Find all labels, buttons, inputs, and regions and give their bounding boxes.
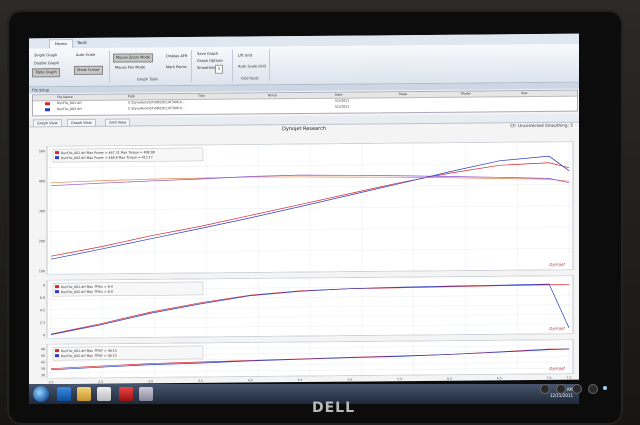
y-tick-label: 2.3 (40, 321, 45, 325)
dynojet-watermark: Dynojet (549, 366, 565, 371)
run-color-swatch (45, 102, 50, 106)
dynojet-watermark: Dynojet (549, 326, 565, 331)
mouse-pan-mode-button[interactable]: Mouse Pan Mode (113, 64, 147, 71)
single-graph-button[interactable]: Single Graph (32, 52, 59, 59)
monitor-button[interactable] (556, 384, 566, 394)
y-tick-label: 500 (39, 149, 45, 153)
legend-entry: RunFile_002.drf Max Power = 469.8 Max To… (61, 155, 153, 160)
column-header-notes[interactable]: Notes (268, 93, 277, 98)
y-tick-label: 36 (41, 373, 45, 377)
file-table: File Name Path Title Notes Date Make Mod… (32, 89, 578, 117)
file-date-cell: 5/1/2011 (335, 104, 350, 109)
tab-graph-view-2[interactable]: Graph View (67, 118, 96, 128)
monitor-button[interactable] (588, 384, 598, 394)
y-tick-label: 4.5 (40, 308, 45, 312)
double-graph-button[interactable]: Double Graph (32, 60, 61, 67)
legend-swatch (55, 290, 59, 294)
tab-tools[interactable]: Tools (72, 39, 92, 47)
monitor-button[interactable] (540, 384, 550, 394)
show-cursor-button[interactable]: Show Cursor (74, 65, 103, 76)
taskbar-app-icon[interactable] (139, 387, 153, 401)
legend-entry: RunFile_001.drf Max TPS/F = 46.15 (61, 349, 117, 353)
x-tick-label: 6.5 (497, 376, 502, 380)
ribbon: Single Graph Double Graph Triple Graph A… (29, 43, 579, 88)
column-header-date[interactable]: Date (335, 93, 343, 98)
x-tick-label: 5.0 (347, 378, 352, 382)
auto-scale-grid-button[interactable]: Auto Scale Grid (236, 63, 268, 70)
y-tick-label: 45 (41, 354, 45, 358)
monitor-button[interactable] (572, 384, 582, 394)
ribbon-separator (232, 49, 233, 82)
graph-tools-group-label: Graph Tools (137, 77, 159, 82)
tab-grid-view[interactable]: Grid View (105, 118, 131, 127)
application-window: Home Tools Single Graph Double Graph Tri… (29, 33, 579, 385)
dell-logo: DELL (312, 400, 356, 416)
legend-swatch (55, 285, 59, 289)
legend-entry: RunFile_002.drf Max TPS/F = 46.15 (61, 354, 117, 358)
file-path-cell: C:\DynoRuns\07\08\2011\07\08\1\... (128, 100, 186, 105)
column-header-path[interactable]: Path (128, 94, 135, 99)
y-tick-label: 9 (43, 283, 45, 287)
dynojet-app-icon[interactable] (119, 387, 133, 401)
column-header-file-name[interactable]: File Name (57, 95, 73, 100)
media-player-icon[interactable] (97, 387, 111, 401)
x-tick-label: 7.0 (547, 376, 552, 380)
power-led (603, 386, 607, 390)
ie-icon[interactable] (57, 387, 71, 401)
y-tick-label: 300 (39, 209, 45, 213)
file-name-cell: RunFile_002.drf (57, 106, 82, 112)
y-tick-label: 100 (39, 269, 45, 273)
legend-swatch (55, 354, 59, 358)
y-tick-label: 42 (41, 360, 45, 364)
file-name-cell: RunFile_001.drf (57, 100, 82, 106)
y-tick-label: 6.8 (40, 296, 45, 300)
y-tick-label: 48 (41, 347, 45, 351)
legend-swatch (55, 349, 59, 353)
folder-icon[interactable] (77, 387, 91, 401)
windows-taskbar: 7:38 AM 12/15/2011 (29, 384, 579, 404)
dyno-charts[interactable]: 100 200 300 400 500 RunFile_001.drf Max Power… (29, 130, 579, 385)
tab-home[interactable]: Home (49, 39, 73, 49)
lift-grid-button[interactable]: Lift Grid (236, 52, 254, 59)
mark-points-button[interactable]: Mark Points (164, 64, 189, 71)
ribbon-separator (109, 50, 110, 83)
x-tick-label: 7.2 (567, 376, 572, 380)
y-tick-label: 400 (39, 179, 45, 183)
triple-graph-button[interactable]: Triple Graph (32, 68, 60, 78)
x-tick-label: 3.5 (198, 379, 203, 383)
ribbon-separator (191, 49, 192, 82)
legend-entry: RunFile_001.drf Max TPS/x = 8.4 (61, 285, 113, 289)
x-tick-label: 4.0 (248, 378, 253, 382)
mouse-zoom-mode-button[interactable]: Mouse Zoom Mode (113, 53, 154, 63)
x-tick-label: 6.0 (447, 377, 452, 381)
grid-tools-group-label: Grid Tools (241, 76, 259, 81)
column-header-title[interactable]: Title (198, 94, 205, 99)
legend-swatch (55, 156, 59, 160)
y-tick-label: 200 (39, 239, 45, 243)
x-tick-label: 3.0 (148, 379, 153, 383)
tab-graph-view[interactable]: Graph View (33, 119, 62, 128)
legend-entry: RunFile_001.drf Max Power = 447.31 Max T… (61, 150, 155, 155)
run-color-swatch (45, 108, 50, 112)
legend-swatch (55, 151, 59, 155)
column-header-year[interactable]: Year (521, 91, 528, 96)
y-tick-label: 39 (41, 367, 45, 371)
column-header-model[interactable]: Model (461, 92, 471, 97)
legend-entry: RunFile_002.drf Max TPS/x = 8.4 (61, 290, 113, 294)
y-tick-label: 0 (43, 333, 45, 337)
column-header-make[interactable]: Make (399, 92, 407, 97)
dynojet-watermark: Dynojet (549, 262, 565, 267)
file-path-cell: C:\DynoRuns\07\08\2011\07\08\1\... (128, 106, 186, 111)
chart-correction-label: CF: Uncorrected Smoothing: 5 (510, 122, 573, 129)
smoothing-select[interactable]: 5 (215, 64, 224, 74)
x-tick-label: 5.5 (397, 377, 402, 381)
display-afr-button[interactable]: Display AFR (164, 53, 189, 60)
auto-scale-button[interactable]: Auto Scale (74, 52, 97, 59)
x-tick-label: 4.5 (298, 378, 303, 382)
ribbon-separator (269, 49, 270, 82)
file-date-cell: 5/1/2011 (335, 98, 350, 103)
start-orb-icon[interactable] (33, 386, 49, 402)
